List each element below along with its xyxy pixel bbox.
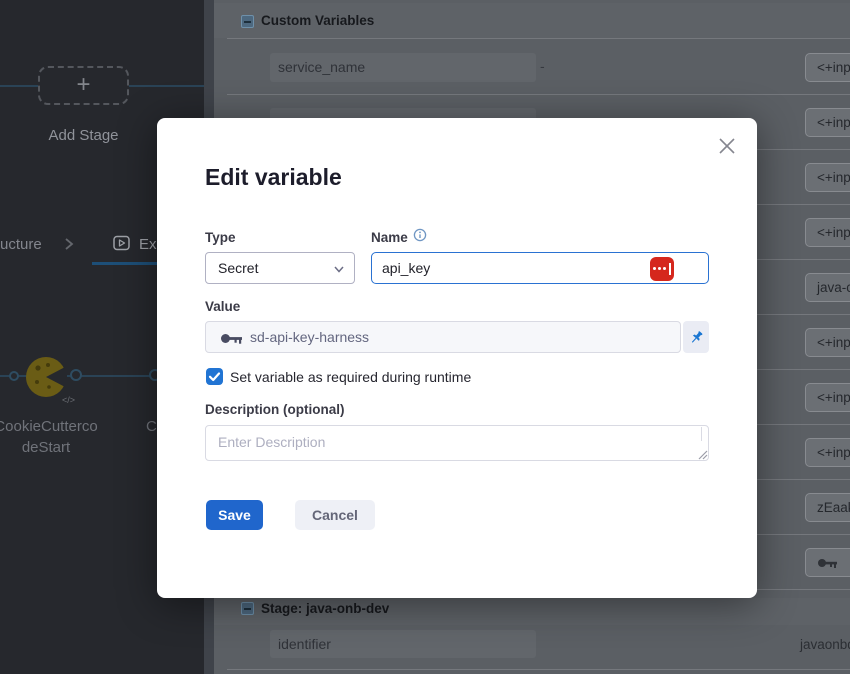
connector-port <box>9 371 19 381</box>
variable-value-input[interactable]: zEaak <box>805 493 850 522</box>
identifier-value-cell: javaonbde <box>800 637 850 652</box>
variable-value-input[interactable]: <+inpu <box>805 438 850 467</box>
save-button[interactable]: Save <box>206 500 263 530</box>
textarea-scrollbar[interactable] <box>701 427 702 441</box>
type-label: Type <box>205 230 236 245</box>
variable-value-input[interactable]: <+inpu <box>805 383 850 412</box>
key-icon <box>817 557 839 569</box>
pin-button[interactable] <box>683 321 709 353</box>
add-stage-label: Add Stage <box>38 127 129 144</box>
variable-value-input[interactable]: java-c <box>805 273 850 302</box>
name-label: Name <box>371 230 408 245</box>
variable-value-input[interactable]: <+inpu <box>805 218 850 247</box>
variable-value-input[interactable]: <+inpu <box>805 328 850 357</box>
cancel-button[interactable]: Cancel <box>295 500 375 530</box>
required-checkbox[interactable] <box>206 368 223 385</box>
key-icon <box>220 332 244 345</box>
name-input[interactable] <box>382 254 612 281</box>
resize-grip-icon[interactable] <box>697 449 708 460</box>
required-checkbox-label: Set variable as required during runtime <box>230 369 471 385</box>
secret-value-field[interactable]: sd-api-key-harness <box>205 321 681 353</box>
section-title: Custom Variables <box>261 13 374 28</box>
chevron-right-icon <box>64 238 74 250</box>
secret-masked-chip[interactable] <box>650 257 674 281</box>
type-select-value: Secret <box>218 260 258 276</box>
text-caret <box>669 263 671 275</box>
row-divider <box>227 38 850 39</box>
edit-variable-dialog: Edit variable Type Name Secret Value sd-… <box>157 118 757 598</box>
cookie-step-icon[interactable] <box>25 356 67 398</box>
variable-name-cell[interactable]: service_name <box>270 53 536 82</box>
node-label-line2: deStart <box>0 439 126 456</box>
node-label-line1: CookieCutterco <box>0 418 126 435</box>
variable-value-input[interactable]: <+inpu <box>805 108 850 137</box>
chevron-down-icon <box>334 266 344 273</box>
pin-icon <box>689 330 704 345</box>
collapse-section-icon[interactable] <box>241 15 254 28</box>
add-stage-button[interactable]: + <box>38 66 129 105</box>
connector-port <box>70 369 82 381</box>
variable-description-cell: - <box>540 58 545 74</box>
close-icon[interactable] <box>718 137 736 155</box>
value-label: Value <box>205 299 240 314</box>
type-select[interactable]: Secret <box>205 252 355 284</box>
secret-reference-text: sd-api-key-harness <box>250 329 369 345</box>
name-input-wrapper <box>371 252 709 284</box>
info-icon[interactable] <box>413 228 427 242</box>
row-divider <box>227 669 850 670</box>
checkmark-icon <box>206 368 223 385</box>
description-textarea[interactable] <box>205 425 709 461</box>
variable-value-input[interactable]: <+inpu <box>805 53 850 82</box>
variable-value-input[interactable]: <+inpu <box>805 163 850 192</box>
variable-name-cell[interactable]: identifier <box>270 630 536 658</box>
code-badge-icon: </> <box>62 395 75 405</box>
secret-value-input[interactable] <box>805 548 850 577</box>
tab-execution-partial[interactable]: Ex <box>139 236 157 253</box>
dialog-title: Edit variable <box>205 164 342 191</box>
breadcrumb-partial[interactable]: ucture <box>0 236 42 253</box>
section-title: Stage: java-onb-dev <box>261 601 389 616</box>
description-label: Description (optional) <box>205 402 345 417</box>
execution-tab-icon <box>113 235 131 252</box>
next-node-label-partial: C <box>146 418 157 435</box>
collapse-section-icon[interactable] <box>241 602 254 615</box>
row-divider <box>227 94 850 95</box>
